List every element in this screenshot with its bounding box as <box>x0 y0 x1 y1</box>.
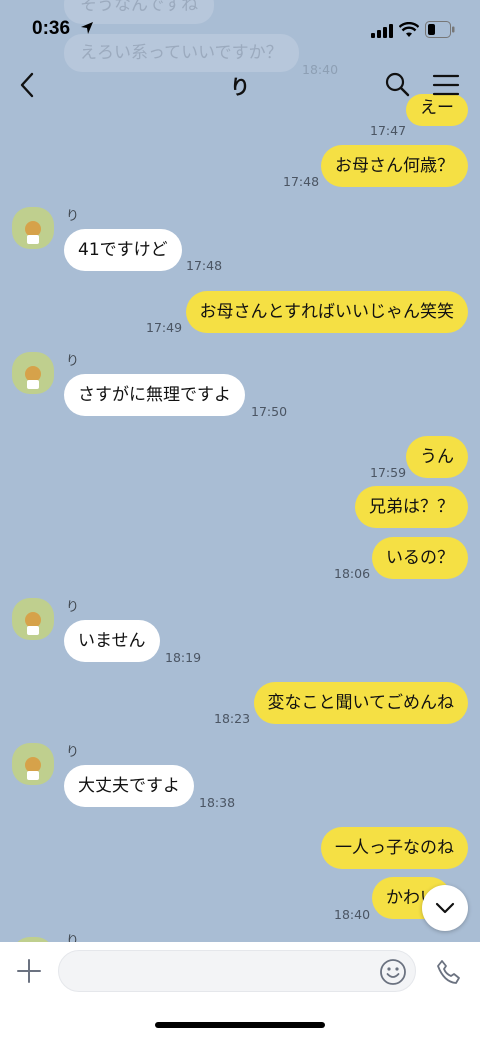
status-time: 0:36 <box>32 18 71 39</box>
my-message-bubble[interactable]: 兄弟は？？ <box>355 486 468 528</box>
message-timestamp: 18:23 <box>214 711 251 726</box>
message-timestamp: 18:06 <box>334 566 371 581</box>
message-timestamp: 17:50 <box>251 404 288 419</box>
message-timestamp: 18:19 <box>165 650 202 665</box>
avatar[interactable] <box>12 598 54 640</box>
my-message-bubble[interactable]: うん <box>406 436 468 478</box>
avatar[interactable] <box>12 207 54 249</box>
search-icon[interactable] <box>384 71 410 97</box>
their-message-bubble[interactable]: いません <box>64 620 160 662</box>
avatar-character-icon <box>25 366 41 389</box>
my-message-bubble[interactable]: お母さんとすればいいじゃん笑笑 <box>185 291 468 333</box>
my-message-bubble[interactable]: いるの？ <box>372 537 468 579</box>
message-timestamp: 17:47 <box>370 123 407 138</box>
status-bar: 0:36 <box>0 0 480 60</box>
chat-header: り <box>0 62 480 110</box>
phone-icon[interactable] <box>434 958 462 986</box>
avatar[interactable] <box>12 743 54 785</box>
sender-name: り <box>66 209 80 224</box>
their-message-bubble[interactable]: 41ですけど <box>64 229 182 271</box>
message-input-bar <box>0 942 480 1039</box>
location-arrow-icon <box>81 22 93 34</box>
message-timestamp: 18:40 <box>334 907 371 922</box>
message-timestamp: 17:49 <box>146 320 183 335</box>
sender-name: り <box>66 745 80 760</box>
avatar-character-icon <box>25 612 41 635</box>
chevron-down-icon <box>435 902 455 914</box>
plus-icon[interactable] <box>16 958 42 984</box>
hamburger-menu-icon[interactable] <box>432 73 460 97</box>
scroll-to-bottom-button[interactable] <box>422 885 468 931</box>
home-indicator <box>155 1022 325 1028</box>
message-input[interactable] <box>58 950 416 992</box>
their-message-bubble[interactable]: さすがに無理ですよ <box>64 374 245 416</box>
sender-name: り <box>66 600 80 615</box>
sender-name: り <box>66 354 80 369</box>
message-timestamp: 17:48 <box>186 258 223 273</box>
avatar-character-icon <box>25 221 41 244</box>
wifi-icon <box>399 22 419 37</box>
cellular-signal-icon <box>371 24 393 38</box>
message-timestamp: 17:59 <box>370 465 407 480</box>
avatar-character-icon <box>25 757 41 780</box>
message-timestamp: 17:48 <box>283 174 320 189</box>
message-timestamp: 18:38 <box>199 795 236 810</box>
my-message-bubble[interactable]: 変なこと聞いてごめんね <box>253 682 468 724</box>
battery-icon <box>425 21 455 38</box>
avatar[interactable] <box>12 352 54 394</box>
their-message-bubble[interactable]: 大丈夫ですよ <box>64 765 194 807</box>
my-message-bubble[interactable]: 一人っ子なのね <box>321 827 468 869</box>
emoji-icon[interactable] <box>379 958 407 986</box>
my-message-bubble[interactable]: お母さん何歳？ <box>321 145 468 187</box>
